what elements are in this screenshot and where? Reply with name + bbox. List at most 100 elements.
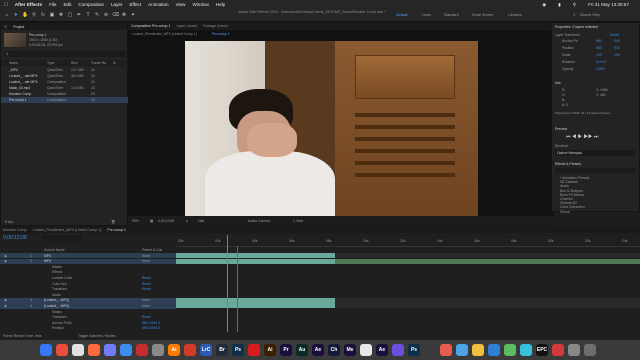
column-frame-rate[interactable]: Frame Ra [91, 61, 106, 65]
property-value[interactable]: 100 [596, 53, 602, 57]
dock-app-icon[interactable]: Ai [264, 344, 276, 356]
effect-controls-tab[interactable]: ☰ [4, 25, 7, 29]
dock-app-icon[interactable]: Pr [280, 344, 292, 356]
viewer-grid-icon[interactable]: ▦ [150, 219, 153, 223]
dock-app-icon[interactable] [120, 344, 132, 356]
layer-duration-bar[interactable] [335, 258, 640, 264]
dock-app-icon[interactable]: Ps [232, 344, 244, 356]
layer-parent[interactable]: Reset [142, 282, 151, 286]
layer-parent[interactable]: 960.0,540.0 [142, 321, 160, 325]
eye-icon[interactable]: ◉ [4, 259, 7, 263]
property-row[interactable]: Lumetri Color Reset [0, 275, 176, 280]
layer-parent[interactable]: None [142, 298, 150, 302]
property-row[interactable]: Transform Reset [0, 287, 176, 292]
menu-view[interactable]: View [176, 2, 186, 7]
dock-app-icon[interactable] [136, 344, 148, 356]
property-value[interactable]: 960 [596, 46, 602, 50]
viewer-zoom[interactable]: 50% [132, 219, 139, 223]
layer-parent[interactable]: 960.0,540.0 [142, 326, 160, 330]
menu-layer[interactable]: Layer [111, 2, 123, 7]
viewer-timecode[interactable]: 0;00;12;08 [158, 219, 174, 223]
dock-app-icon[interactable] [392, 344, 404, 356]
menu-edit[interactable]: Edit [63, 2, 71, 7]
dock-app-icon[interactable]: Ae [376, 344, 388, 356]
apple-icon[interactable]:  [4, 2, 8, 8]
dock-app-icon[interactable] [184, 344, 196, 356]
menubar-clock[interactable]: Fri 31 May 13:30:57 [588, 2, 629, 8]
dock-app-icon[interactable]: Ps [408, 344, 420, 356]
dock-app-icon[interactable] [248, 344, 260, 356]
dock-app-icon[interactable] [440, 344, 452, 356]
menu-help[interactable]: Help [216, 2, 225, 7]
timeline-search-input[interactable] [42, 235, 82, 241]
column-type[interactable]: Type [47, 61, 54, 65]
timeline-timecode[interactable]: 0;00;12;08 [3, 235, 27, 241]
pen-tool-icon[interactable]: ✒ [76, 12, 82, 18]
breadcrumb-precomp[interactable]: Pre-comp 1 [212, 32, 230, 36]
dock-app-icon[interactable]: Ai [168, 344, 180, 356]
layer-duration-bar[interactable] [176, 258, 336, 264]
property-value[interactable]: 100% [596, 67, 605, 71]
tab-footage[interactable]: Footage (none) [203, 24, 228, 28]
stamp-tool-icon[interactable]: ⊛ [103, 12, 109, 18]
property-row[interactable]: Color Key Reset [0, 281, 176, 286]
workspace-small-screen[interactable]: Small Screen [472, 13, 493, 17]
tab-composition[interactable]: Composition Pre-comp 1 [131, 24, 171, 28]
workspace-default[interactable]: Default [396, 13, 407, 17]
dock-app-icon[interactable] [424, 344, 436, 356]
shortcut-select[interactable]: Option+Numpad [555, 150, 635, 156]
selection-tool-icon[interactable]: ➤ [13, 12, 19, 18]
home-icon[interactable]: ⌂ [4, 12, 10, 18]
dock-app-icon[interactable] [72, 344, 84, 356]
layer-row[interactable]: ◉ 2 MP4 None [0, 258, 176, 264]
column-source-name[interactable]: Source Name [44, 248, 65, 252]
menu-file[interactable]: File [49, 2, 56, 7]
tab-looked-comp[interactable]: Looked_Pendientes_MP4 (Linked Comp 1) [33, 228, 102, 232]
dock-app-icon[interactable] [40, 344, 52, 356]
property-value[interactable]: 960 [596, 39, 602, 43]
trash-icon[interactable]: 🗑 [111, 220, 115, 224]
layer-parent[interactable]: None [142, 304, 150, 308]
app-name-menu[interactable]: After Effects [15, 2, 42, 7]
layer-row[interactable]: ◉ 4 [Looked_...MP4] None [0, 303, 176, 309]
dock-app-icon[interactable] [520, 344, 532, 356]
property-row[interactable]: Masks [0, 309, 176, 314]
dock-app-icon[interactable] [56, 344, 68, 356]
composition-frame[interactable] [185, 41, 478, 216]
dock-app-icon[interactable] [360, 344, 372, 356]
dock-app-icon[interactable]: Ch [328, 344, 340, 356]
preview-controls[interactable]: ⏮ ◀ ▶ ▶▶ ⏭ [566, 134, 598, 140]
dock-app-icon[interactable]: Br [216, 344, 228, 356]
eye-icon[interactable]: ◉ [4, 254, 7, 258]
property-value[interactable]: 100 [614, 53, 620, 57]
tab-project[interactable]: Project [13, 25, 24, 29]
type-tool-icon[interactable]: T [85, 12, 91, 18]
hand-tool-icon[interactable]: ✋ [22, 12, 28, 18]
dock-app-icon[interactable]: Me [344, 344, 356, 356]
time-ruler[interactable]: 00s 02s 04s 06s 08s 10s 12s 14s 16s 18s 20s 22s 24s [176, 237, 640, 247]
column-size[interactable]: Size [71, 61, 78, 65]
property-row[interactable]: Effects [0, 270, 176, 275]
layer-parent[interactable]: None [142, 254, 150, 258]
tab-monster-comp[interactable]: Monster Comp [3, 228, 27, 232]
search-help-input[interactable]: Search Help [580, 13, 600, 17]
brush-tool-icon[interactable]: ✎ [94, 12, 100, 18]
dock-app-icon[interactable]: LrC [200, 344, 212, 356]
snapshot-icon[interactable]: ● [186, 219, 188, 223]
dock-app-icon[interactable] [104, 344, 116, 356]
layer-duration-bar[interactable] [176, 253, 336, 258]
layer-parent[interactable]: Reset [142, 276, 151, 280]
layer-row[interactable]: ◉ 3 [Looked_...MP4] None [0, 297, 176, 304]
effects-category[interactable]: Distort [560, 210, 570, 214]
column-in[interactable]: In [113, 61, 116, 65]
eraser-tool-icon[interactable]: ⌫ [112, 12, 119, 18]
bpc-label[interactable]: 8 bpc [5, 220, 13, 224]
viewer-view-layout[interactable]: 1 View [293, 219, 303, 223]
dock-app-icon[interactable] [152, 344, 164, 356]
zoom-tool-icon[interactable]: ⚲ [31, 12, 37, 18]
search-help-icon[interactable]: ⚲ [573, 13, 576, 17]
layer-parent[interactable]: Reset [142, 287, 151, 291]
property-row[interactable]: Anchor Point 960.0,540.0 [0, 320, 176, 325]
spotlight-icon[interactable]: ⚲ [573, 2, 576, 8]
workspace-learn[interactable]: Learn [422, 13, 431, 17]
